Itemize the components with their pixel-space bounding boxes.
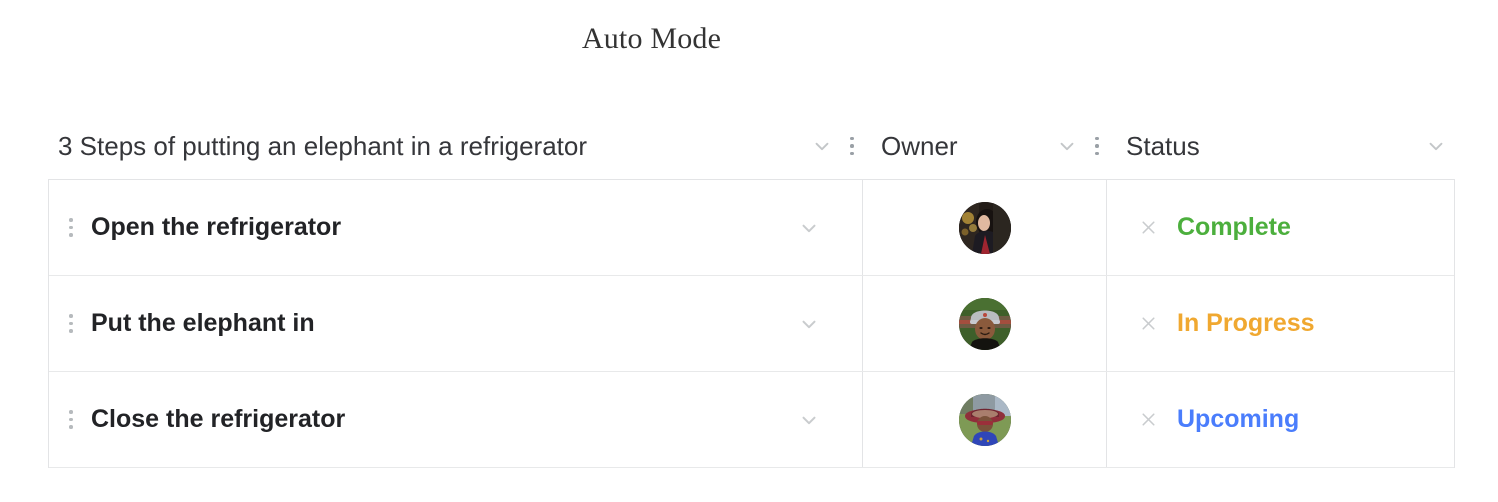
table-row[interactable]: Open the refrigerator Complete	[49, 180, 1454, 276]
column-header-row: 3 Steps of putting an elephant in a refr…	[48, 122, 1455, 170]
table-row[interactable]: Close the refrigerator Upcoming	[49, 372, 1454, 468]
chevron-down-icon[interactable]	[1054, 133, 1080, 159]
task-label: Open the refrigerator	[91, 213, 342, 241]
drag-handle-icon[interactable]	[63, 213, 79, 243]
steps-table: Open the refrigerator Complete Put the e…	[48, 179, 1455, 468]
owner-cell[interactable]	[863, 276, 1107, 371]
more-options-icon[interactable]	[841, 131, 863, 161]
owner-cell[interactable]	[863, 180, 1107, 275]
page-title: Auto Mode	[581, 22, 722, 55]
avatar[interactable]	[958, 393, 1011, 446]
status-badge: Complete	[1177, 213, 1291, 241]
task-cell[interactable]: Put the elephant in	[49, 276, 863, 371]
more-options-icon[interactable]	[1086, 131, 1108, 161]
chevron-down-icon[interactable]	[809, 133, 835, 159]
avatar[interactable]	[958, 297, 1011, 350]
remove-icon[interactable]	[1135, 407, 1161, 433]
chevron-down-icon[interactable]	[796, 311, 822, 337]
remove-icon[interactable]	[1135, 311, 1161, 337]
task-cell[interactable]: Close the refrigerator	[49, 372, 863, 467]
drag-handle-icon[interactable]	[63, 309, 79, 339]
task-label: Put the elephant in	[91, 309, 315, 337]
column-header-task-label: 3 Steps of putting an elephant in a refr…	[58, 130, 588, 161]
avatar[interactable]	[958, 201, 1011, 254]
owner-cell[interactable]	[863, 372, 1107, 467]
column-header-owner-label: Owner	[881, 130, 958, 161]
status-badge: Upcoming	[1177, 405, 1300, 433]
drag-handle-icon[interactable]	[63, 405, 79, 435]
column-header-owner[interactable]: Owner	[863, 122, 1108, 170]
table-row[interactable]: Put the elephant in In Progress	[49, 276, 1454, 372]
status-cell[interactable]: In Progress	[1107, 276, 1454, 371]
chevron-down-icon[interactable]	[1423, 133, 1449, 159]
task-cell[interactable]: Open the refrigerator	[49, 180, 863, 275]
status-cell[interactable]: Complete	[1107, 180, 1454, 275]
task-label: Close the refrigerator	[91, 405, 346, 433]
column-header-task[interactable]: 3 Steps of putting an elephant in a refr…	[48, 122, 863, 170]
chevron-down-icon[interactable]	[796, 407, 822, 433]
status-cell[interactable]: Upcoming	[1107, 372, 1454, 467]
chevron-down-icon[interactable]	[796, 215, 822, 241]
remove-icon[interactable]	[1135, 215, 1161, 241]
column-header-status-label: Status	[1126, 130, 1200, 161]
column-header-status[interactable]: Status	[1108, 122, 1455, 170]
status-badge: In Progress	[1177, 309, 1315, 337]
